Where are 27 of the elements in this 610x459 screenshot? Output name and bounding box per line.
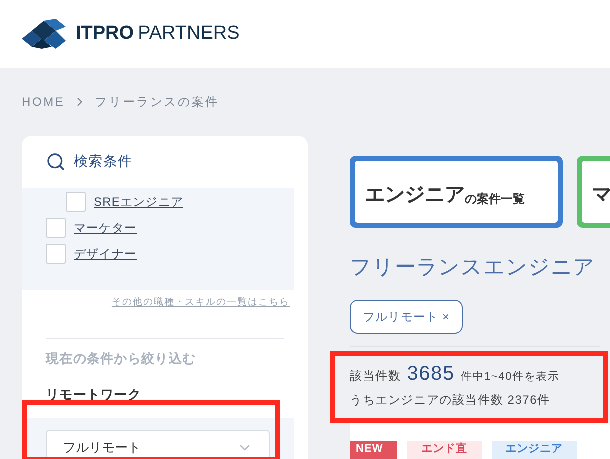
result-range: 件中1~40件を表示 [460, 370, 560, 384]
result-label: 該当件数 [350, 368, 402, 384]
logo-text: PARTNERS [138, 22, 240, 46]
job-tag: エンジニア [492, 440, 578, 458]
checkbox-label[interactable]: SREエンジニア [94, 192, 184, 211]
category-title: マ [592, 185, 610, 205]
job-tag: エンド直 [407, 440, 482, 458]
search-icon [46, 152, 66, 172]
panel-title: 検索条件 [74, 152, 133, 172]
refine-heading: 現在の条件から絞り込む [44, 350, 198, 368]
checkbox-label[interactable]: マーケター [74, 218, 137, 237]
checkbox[interactable] [46, 244, 66, 264]
checkbox-label[interactable]: デザイナー [74, 244, 137, 263]
filter-chip[interactable]: フルリモート × [350, 300, 464, 334]
result-count: 3685 [407, 362, 455, 386]
job-tag: NEW [350, 440, 398, 458]
logo-text: ITPRO [76, 22, 134, 46]
checkbox[interactable] [66, 192, 86, 212]
category-card[interactable]: マ [577, 156, 610, 228]
checkbox[interactable] [46, 218, 66, 238]
category-suffix: の案件一覧 [465, 193, 525, 205]
logo-icon [22, 19, 68, 49]
page-heading: フリーランスエンジニア [350, 255, 597, 281]
remote-select[interactable]: フルリモート [46, 430, 270, 459]
category-card[interactable]: エンジニアの案件一覧 [350, 156, 563, 228]
result-subcount: うちエンジニアの該当件数 2376件 [350, 392, 552, 408]
category-title: エンジニア [365, 185, 465, 205]
